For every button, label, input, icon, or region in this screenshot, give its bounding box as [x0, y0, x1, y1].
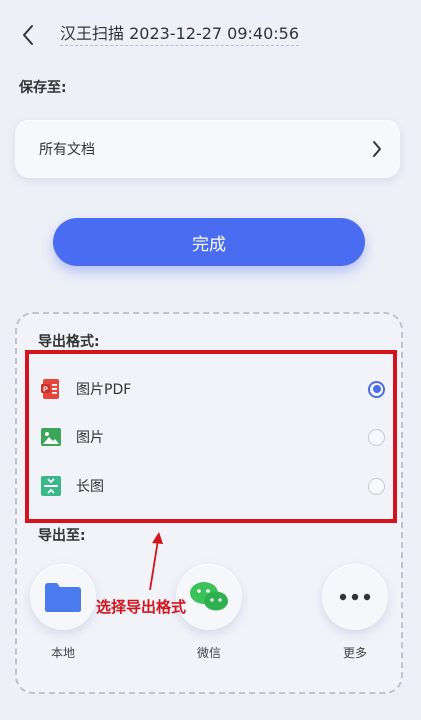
annotation-text: 选择导出格式 — [96, 598, 187, 616]
format-radio-long-image[interactable] — [368, 477, 385, 495]
back-button[interactable] — [14, 20, 42, 50]
svg-text:P: P — [43, 387, 48, 394]
wechat-icon — [190, 582, 228, 611]
save-to-label: 保存至: — [19, 80, 67, 96]
format-option-long-image[interactable]: 长图 — [40, 471, 385, 501]
format-option-label: 图片PDF — [76, 382, 132, 398]
destination-label: 微信 — [196, 646, 221, 660]
folder-icon — [45, 583, 81, 612]
format-radio-image-pdf[interactable] — [368, 380, 385, 398]
destination-label: 更多 — [342, 646, 367, 660]
done-button[interactable]: 完成 — [53, 218, 365, 266]
local-button[interactable] — [30, 564, 96, 630]
top-bar: 汉王扫描 2023-12-27 09:40:56 — [0, 0, 421, 64]
format-option-label: 图片 — [76, 430, 104, 446]
export-format-label: 导出格式: — [38, 334, 100, 350]
more-button[interactable] — [322, 564, 388, 630]
format-option-image-pdf[interactable]: P 图片PDF — [40, 374, 385, 404]
save-folder-value: 所有文档 — [39, 142, 95, 158]
pdf-icon: P — [40, 378, 62, 400]
more-icon — [339, 593, 371, 601]
chevron-left-icon — [23, 25, 33, 45]
save-folder-select[interactable]: 所有文档 — [15, 120, 400, 178]
format-option-image[interactable]: 图片 — [40, 422, 385, 452]
annotation-arrow-icon — [149, 532, 163, 591]
chevron-right-icon — [373, 141, 381, 157]
export-to-local[interactable]: 本地 — [29, 564, 97, 661]
document-title[interactable]: 汉王扫描 2023-12-27 09:40:56 — [60, 20, 300, 46]
format-radio-image[interactable] — [368, 428, 385, 446]
long-image-icon — [40, 475, 62, 497]
export-to-more[interactable]: 更多 — [321, 564, 389, 661]
destination-label: 本地 — [50, 646, 75, 660]
format-option-label: 长图 — [76, 479, 104, 495]
image-icon — [40, 426, 62, 448]
export-to-label: 导出至: — [38, 528, 86, 544]
